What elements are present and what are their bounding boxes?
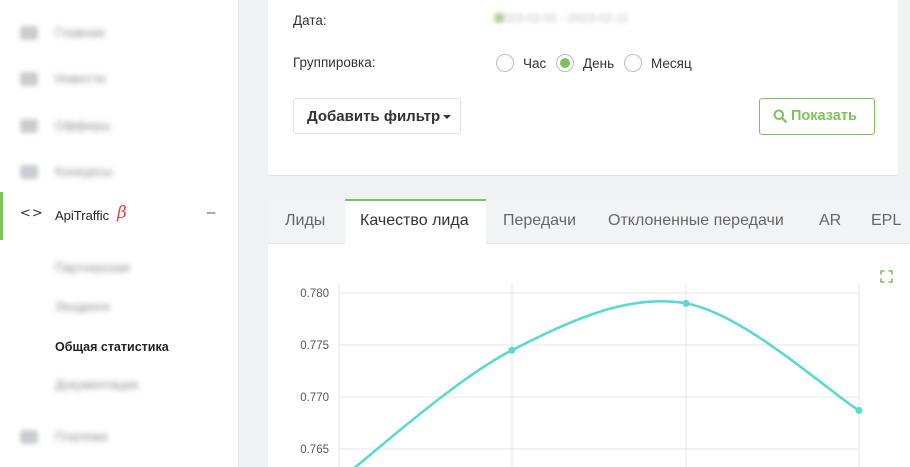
- date-label: Дата:: [293, 13, 327, 28]
- filter-card: Дата: 2023-02-01 - 2023-02-11 Группировк…: [268, 0, 898, 176]
- payments-icon: [20, 430, 38, 444]
- radio-circle: [556, 54, 574, 72]
- radio-circle: [624, 54, 642, 72]
- show-button[interactable]: Показать: [759, 98, 875, 135]
- sidebar-subitem[interactable]: Лендинги: [55, 300, 110, 314]
- add-filter-button[interactable]: Добавить фильтр: [293, 98, 461, 134]
- sidebar-item-label: Новости: [55, 71, 106, 86]
- sidebar-subitem[interactable]: Документация: [55, 378, 138, 392]
- sidebar-item-label: ApiTraffic: [55, 208, 110, 223]
- sidebar-item-payments[interactable]: Платежи: [0, 422, 238, 452]
- chart-panel: Лиды Качество лида Передачи Отклоненные …: [268, 199, 910, 467]
- sidebar-item-home[interactable]: Главная: [0, 18, 238, 48]
- y-tick-label: 0.765: [300, 444, 329, 456]
- radio-circle: [496, 54, 514, 72]
- date-range-input[interactable]: 2023-02-01 - 2023-02-11: [496, 11, 629, 25]
- radio-label: Час: [523, 56, 547, 71]
- y-tick-label: 0.770: [300, 392, 329, 404]
- sidebar-item-label: Платежи: [55, 429, 108, 444]
- radio-label: День: [583, 56, 615, 71]
- add-filter-label: Добавить фильтр: [307, 108, 441, 125]
- caret-down-icon: [443, 115, 451, 119]
- beta-badge: β: [117, 203, 127, 223]
- y-tick-label: 0.780: [300, 288, 329, 300]
- sidebar-item-label: Конкурсы: [55, 164, 113, 179]
- active-indicator: [0, 192, 3, 240]
- series-line: [353, 299, 860, 467]
- data-point: [682, 299, 690, 307]
- grouping-label: Группировка:: [293, 55, 376, 70]
- sidebar: Главная Новости Офферы Конкурсы <> ApiTr…: [0, 0, 239, 467]
- collapse-icon[interactable]: –: [207, 204, 215, 221]
- sidebar-item-contests[interactable]: Конкурсы: [0, 157, 238, 187]
- sidebar-subitem[interactable]: Партнерская: [55, 261, 130, 275]
- sidebar-item-label: Главная: [55, 25, 105, 40]
- line-chart: 0.780 0.775 0.770 0.765: [300, 284, 863, 467]
- code-icon: <>: [20, 206, 44, 221]
- sidebar-item-apitraffic[interactable]: <> ApiTraffic β –: [0, 192, 238, 240]
- home-icon: [20, 26, 38, 40]
- data-point: [855, 407, 863, 415]
- contest-icon: [20, 165, 38, 179]
- news-icon: [20, 72, 38, 86]
- show-label: Показать: [791, 108, 857, 124]
- sidebar-item-news[interactable]: Новости: [0, 64, 238, 94]
- y-tick-label: 0.775: [300, 340, 329, 352]
- offers-icon: [20, 119, 38, 133]
- sidebar-item-offers[interactable]: Офферы: [0, 111, 238, 141]
- sidebar-subitem-general-stats[interactable]: Общая статистика: [55, 340, 169, 354]
- search-icon: [773, 109, 787, 123]
- sidebar-item-label: Офферы: [55, 118, 111, 133]
- radio-label: Месяц: [651, 56, 692, 71]
- data-point: [508, 346, 516, 354]
